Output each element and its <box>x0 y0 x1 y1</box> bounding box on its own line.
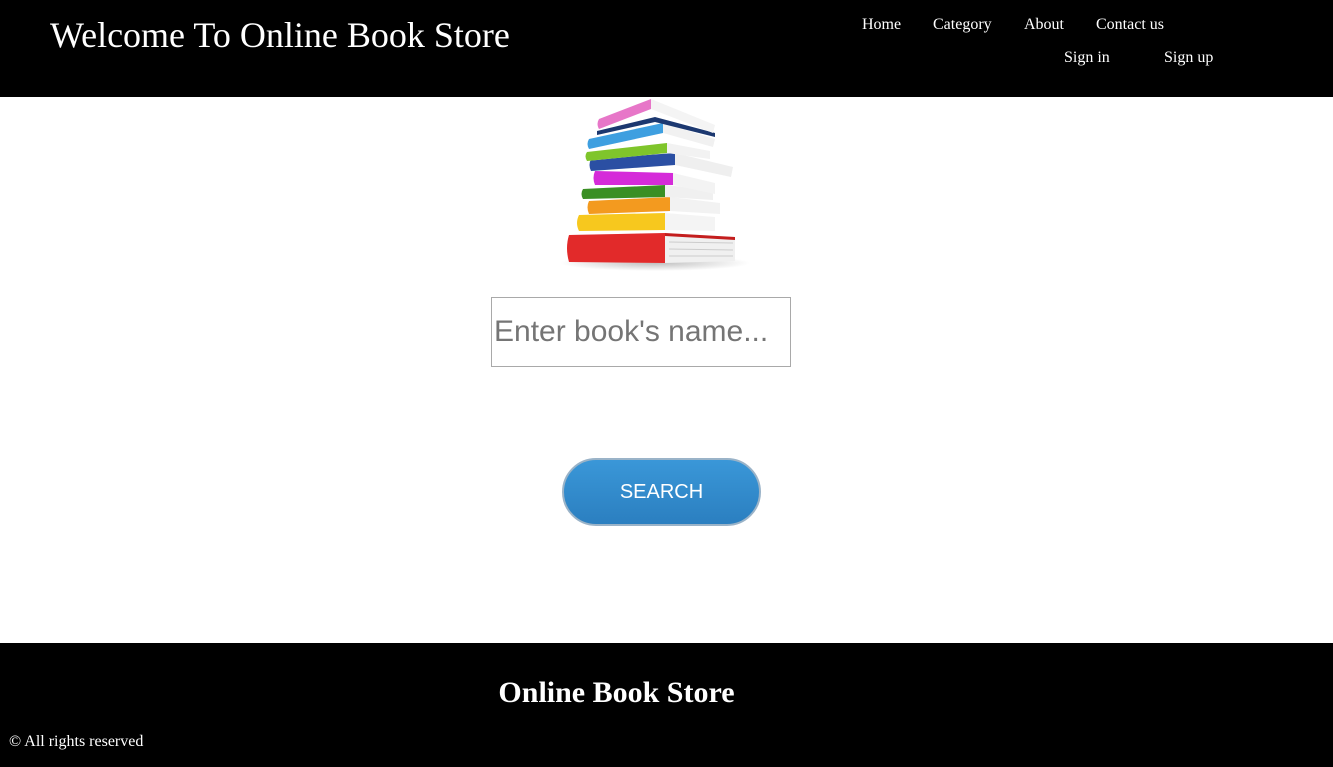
site-title: Welcome To Online Book Store <box>50 15 510 55</box>
nav-home-link[interactable]: Home <box>862 15 901 35</box>
search-button[interactable]: SEARCH <box>562 458 761 526</box>
nav-category-link[interactable]: Category <box>933 15 992 35</box>
nav-sign-in-link[interactable]: Sign in <box>1064 48 1110 68</box>
nav-contact-link[interactable]: Contact us <box>1096 15 1164 35</box>
book-stack-image <box>560 99 750 271</box>
book-search-input[interactable] <box>491 297 791 367</box>
nav-sign-up-link[interactable]: Sign up <box>1164 48 1213 68</box>
footer-title: Online Book Store <box>498 676 735 709</box>
nav-about-link[interactable]: About <box>1024 15 1064 35</box>
site-footer: Online Book Store © All rights reserved <box>0 643 1333 767</box>
copyright-text: © All rights reserved <box>9 733 144 750</box>
site-header: Welcome To Online Book Store Home Catego… <box>0 0 1333 97</box>
